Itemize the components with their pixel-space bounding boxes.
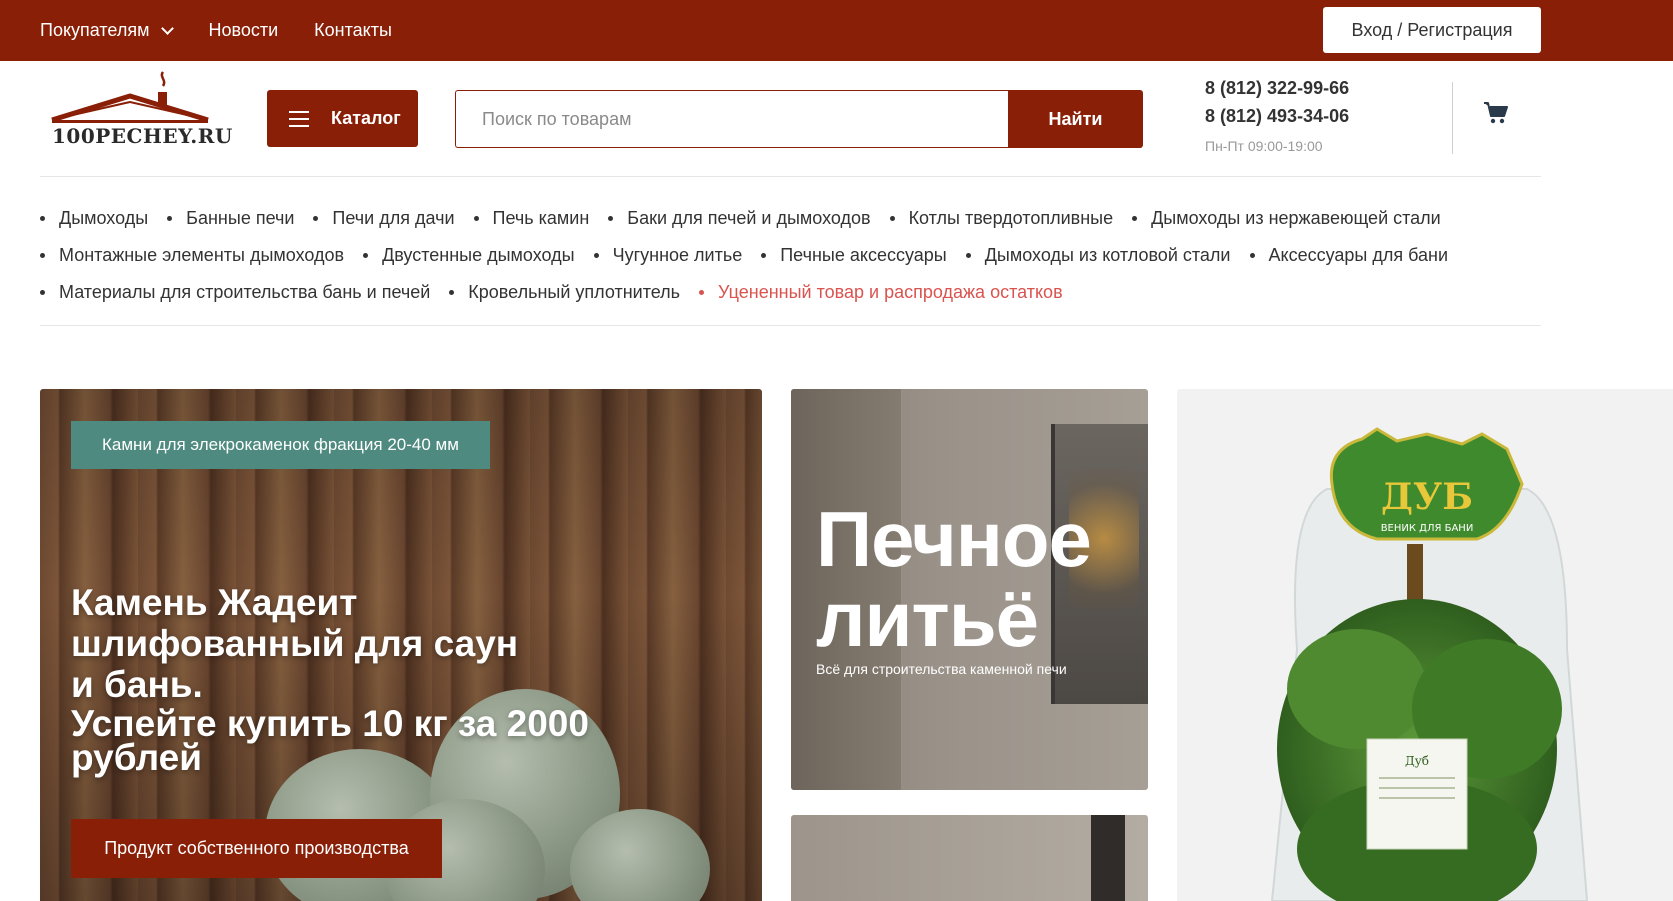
category-row: Монтажные элементы дымоходов Двустенные … — [40, 237, 1560, 274]
catalog-label: Каталог — [331, 108, 401, 128]
category-link[interactable]: Материалы для строительства бань и печей — [40, 282, 430, 303]
banner-title-line: и бань. — [71, 664, 203, 705]
category-link[interactable]: Монтажные элементы дымоходов — [40, 245, 344, 266]
category-link[interactable]: Печи для дачи — [313, 208, 454, 229]
category-link[interactable]: Кровельный уплотнитель — [449, 282, 680, 303]
banner-title: Камень Жадеит шлифованный для саун и бан… — [71, 582, 691, 705]
nav-contacts[interactable]: Контакты — [314, 20, 392, 41]
top-bar: Покупателям Новости Контакты Вход / Реги… — [0, 0, 1673, 61]
chevron-down-icon — [161, 21, 175, 35]
own-production-button[interactable]: Продукт собственного производства — [71, 819, 442, 878]
banner-cast-subtitle: Всё для строительства каменной печи — [816, 661, 1067, 677]
oak-broom-image: ДУБ ВЕНИК ДЛЯ БАНИ Дуб — [1270, 427, 1589, 901]
banner-secondary[interactable] — [791, 815, 1148, 901]
broom-label-subtitle: ВЕНИК ДЛЯ БАНИ — [1381, 523, 1474, 534]
nav-customers[interactable]: Покупателям — [40, 20, 175, 41]
category-link[interactable]: Банные печи — [167, 208, 294, 229]
category-row: Материалы для строительства бань и печей… — [40, 274, 1560, 311]
phone-2[interactable]: 8 (812) 493-34-06 — [1205, 106, 1349, 127]
banner-title-line: шлифованный для саун — [71, 623, 519, 664]
login-register-button[interactable]: Вход / Регистрация — [1323, 7, 1541, 53]
nav-news[interactable]: Новости — [208, 20, 278, 41]
category-link[interactable]: Дымоходы из котловой стали — [966, 245, 1231, 266]
category-link[interactable]: Дымоходы из нержавеющей стали — [1132, 208, 1441, 229]
category-link[interactable]: Печь камин — [474, 208, 590, 229]
category-link-sale[interactable]: Уцененный товар и распродажа остатков — [699, 282, 1063, 303]
top-nav: Покупателям Новости Контакты — [40, 0, 392, 61]
broom-tag: Дуб — [1405, 754, 1429, 768]
divider — [40, 176, 1541, 177]
nav-news-label: Новости — [208, 20, 279, 40]
menu-icon — [289, 110, 309, 127]
category-link[interactable]: Чугунное литье — [594, 245, 743, 266]
nav-customers-label: Покупателям — [40, 20, 150, 40]
category-link[interactable]: Дымоходы — [40, 208, 148, 229]
category-row: Дымоходы Банные печи Печи для дачи Печь … — [40, 200, 1560, 237]
working-hours: Пн-Пт 09:00-19:00 — [1205, 138, 1323, 154]
broom-label-title: ДУБ — [1381, 476, 1473, 518]
banner-tag[interactable]: Камни для элекрокаменок фракция 20-40 мм — [71, 421, 490, 469]
banner-title-line: Камень Жадеит — [71, 582, 358, 623]
category-links: Дымоходы Банные печи Печи для дачи Печь … — [40, 200, 1560, 311]
site-logo[interactable]: 100PECHEY.RU — [50, 70, 232, 152]
banner-jadeite[interactable]: Камни для элекрокаменок фракция 20-40 мм… — [40, 389, 762, 901]
banner-cast-iron[interactable]: Печное литьё Всё для строительства камен… — [791, 389, 1148, 790]
category-link[interactable]: Баки для печей и дымоходов — [608, 208, 870, 229]
nav-contacts-label: Контакты — [314, 20, 392, 40]
cart-icon[interactable] — [1483, 100, 1509, 126]
banner-cast-title-line: Печное — [816, 495, 1092, 583]
category-link[interactable]: Печные аксессуары — [761, 245, 946, 266]
pipe-image — [1091, 815, 1125, 901]
house-roof-icon — [51, 71, 209, 123]
catalog-button[interactable]: Каталог — [267, 90, 418, 147]
banner-cast-title-line: литьё — [816, 575, 1039, 663]
logo-text: 100PECHEY.RU — [52, 124, 233, 148]
banner-cast-title: Печное литьё — [816, 495, 1092, 663]
phone-1[interactable]: 8 (812) 322-99-66 — [1205, 78, 1349, 99]
divider — [40, 325, 1541, 326]
category-link[interactable]: Котлы твердотопливные — [890, 208, 1114, 229]
category-link[interactable]: Аксессуары для бани — [1250, 245, 1449, 266]
banner-subtitle: Успейте купить 10 кг за 2000 рублей — [71, 703, 589, 778]
category-link[interactable]: Двустенные дымоходы — [363, 245, 575, 266]
divider — [1452, 82, 1453, 154]
search-input[interactable] — [455, 90, 1009, 148]
search-button[interactable]: Найти — [1008, 90, 1143, 148]
banner-oak-broom[interactable]: ДУБ ВЕНИК ДЛЯ БАНИ Дуб — [1177, 389, 1673, 901]
